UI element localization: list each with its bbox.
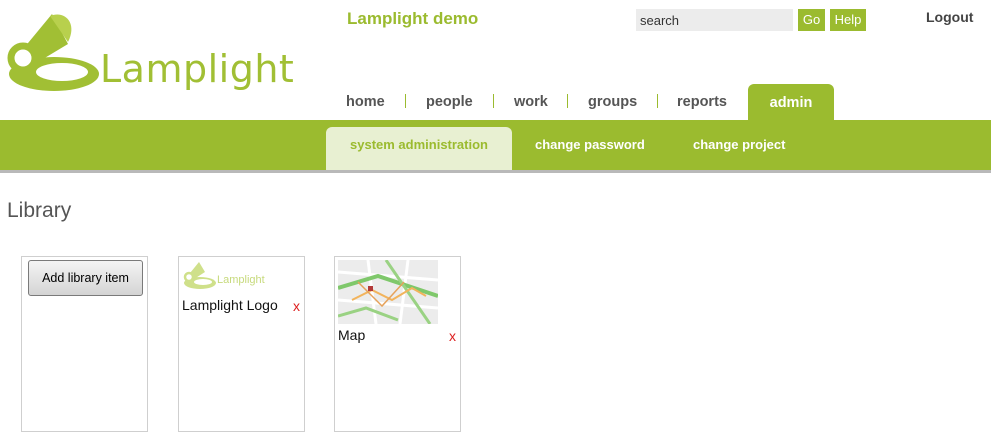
library-item-label[interactable]: Map — [338, 327, 365, 343]
subnav-change-project[interactable]: change project — [693, 137, 785, 152]
nav-reports[interactable]: reports — [677, 94, 727, 110]
subnav-change-password[interactable]: change password — [535, 137, 645, 152]
nav-divider — [405, 94, 406, 108]
delete-icon[interactable]: x — [293, 298, 300, 314]
nav-home[interactable]: home — [346, 94, 385, 110]
thumbnail-logo-text: Lamplight — [217, 274, 265, 286]
nav-people[interactable]: people — [426, 94, 473, 110]
page-title: Library — [7, 199, 72, 222]
nav-admin[interactable]: admin — [748, 84, 834, 122]
subnav-system-administration[interactable]: system administration — [326, 127, 512, 170]
nav-divider — [657, 94, 658, 108]
go-button[interactable]: Go — [798, 9, 825, 31]
app-title: Lamplight demo — [347, 9, 479, 28]
lamp-icon — [7, 14, 99, 91]
help-button[interactable]: Help — [830, 9, 866, 31]
lamplight-logo-thumbnail[interactable]: Lamplight — [183, 260, 283, 295]
map-thumbnail[interactable] — [337, 259, 439, 325]
nav-groups[interactable]: groups — [588, 94, 637, 110]
search-input[interactable] — [636, 9, 793, 31]
nav-divider — [567, 94, 568, 108]
add-library-item-button[interactable]: Add library item — [28, 260, 143, 296]
library-item-label[interactable]: Lamplight Logo — [182, 297, 278, 313]
nav-divider — [493, 94, 494, 108]
map-image — [337, 259, 439, 325]
delete-icon[interactable]: x — [449, 328, 456, 344]
subnav-shadow — [0, 170, 991, 173]
logo-text: Lamplight — [100, 47, 295, 91]
nav-work[interactable]: work — [514, 94, 548, 110]
logout-link[interactable]: Logout — [926, 9, 973, 25]
